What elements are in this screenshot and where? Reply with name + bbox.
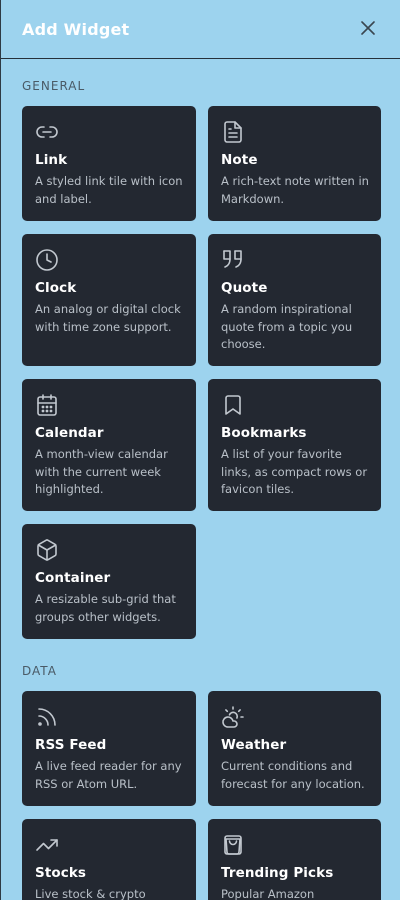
widget-card-weather[interactable]: Weather Current conditions and forecast … bbox=[208, 691, 381, 806]
widget-description: A styled link tile with icon and label. bbox=[35, 174, 183, 206]
widget-card-calendar[interactable]: Calendar A month-view calendar with the … bbox=[22, 379, 196, 511]
panel-title: Add Widget bbox=[22, 19, 130, 39]
widget-description: Popular Amazon bbox=[221, 887, 315, 900]
widget-card-trending-picks[interactable]: Trending Picks Popular Amazon bbox=[208, 819, 381, 900]
section-label-general: GENERAL bbox=[22, 79, 86, 93]
widget-card-bookmarks[interactable]: Bookmarks A list of your favorite links,… bbox=[208, 379, 381, 511]
clock-icon bbox=[35, 248, 59, 272]
widget-title: Stocks bbox=[35, 865, 87, 881]
bookmark-icon bbox=[221, 393, 245, 417]
widget-grid-general: Link A styled link tile with icon and la… bbox=[1, 106, 400, 639]
widget-description: A resizable sub-grid that groups other w… bbox=[35, 592, 176, 624]
shopping-bag-icon bbox=[221, 833, 245, 857]
rss-icon bbox=[35, 705, 59, 729]
widget-description: Current conditions and forecast for any … bbox=[221, 759, 365, 791]
widget-description: A month-view calendar with the current w… bbox=[35, 447, 168, 496]
widget-title: Trending Picks bbox=[221, 865, 334, 881]
widget-card-note[interactable]: Note A rich-text note written in Markdow… bbox=[208, 106, 381, 221]
widget-title: Link bbox=[35, 152, 68, 168]
widget-description: A rich-text note written in Markdown. bbox=[221, 174, 369, 206]
widget-card-clock[interactable]: Clock An analog or digital clock with ti… bbox=[22, 234, 196, 366]
close-button[interactable] bbox=[356, 17, 380, 41]
box-icon bbox=[35, 538, 59, 562]
widget-card-quote[interactable]: Quote A random inspirational quote from … bbox=[208, 234, 381, 366]
calendar-icon bbox=[35, 393, 59, 417]
widget-title: RSS Feed bbox=[35, 737, 107, 753]
widget-title: Note bbox=[221, 152, 258, 168]
widget-card-stocks[interactable]: Stocks Live stock & crypto bbox=[22, 819, 196, 900]
widget-description: A live feed reader for any RSS or Atom U… bbox=[35, 759, 182, 791]
close-icon bbox=[361, 20, 375, 39]
widget-description: A list of your favorite links, as compac… bbox=[221, 447, 368, 496]
widget-grid-data: RSS Feed A live feed reader for any RSS … bbox=[1, 691, 400, 900]
weather-icon bbox=[221, 705, 245, 729]
widget-card-rss-feed[interactable]: RSS Feed A live feed reader for any RSS … bbox=[22, 691, 196, 806]
section-label-data: DATA bbox=[22, 664, 57, 678]
widget-card-container[interactable]: Container A resizable sub-grid that grou… bbox=[22, 524, 196, 639]
widget-title: Container bbox=[35, 570, 111, 586]
note-icon bbox=[221, 120, 245, 144]
widget-title: Bookmarks bbox=[221, 425, 307, 441]
trending-up-icon bbox=[35, 833, 59, 857]
widget-title: Clock bbox=[35, 280, 77, 296]
add-widget-panel: Add Widget GENERAL Link A styled link ti… bbox=[0, 0, 400, 900]
panel-header: Add Widget bbox=[1, 0, 400, 59]
widget-title: Quote bbox=[221, 280, 268, 296]
widget-title: Calendar bbox=[35, 425, 104, 441]
link-icon bbox=[35, 120, 59, 144]
quote-icon bbox=[221, 248, 245, 272]
widget-description: A random inspirational quote from a topi… bbox=[221, 302, 353, 351]
widget-title: Weather bbox=[221, 737, 287, 753]
widget-card-link[interactable]: Link A styled link tile with icon and la… bbox=[22, 106, 196, 221]
widget-description: Live stock & crypto bbox=[35, 887, 146, 900]
widget-description: An analog or digital clock with time zon… bbox=[35, 302, 181, 334]
